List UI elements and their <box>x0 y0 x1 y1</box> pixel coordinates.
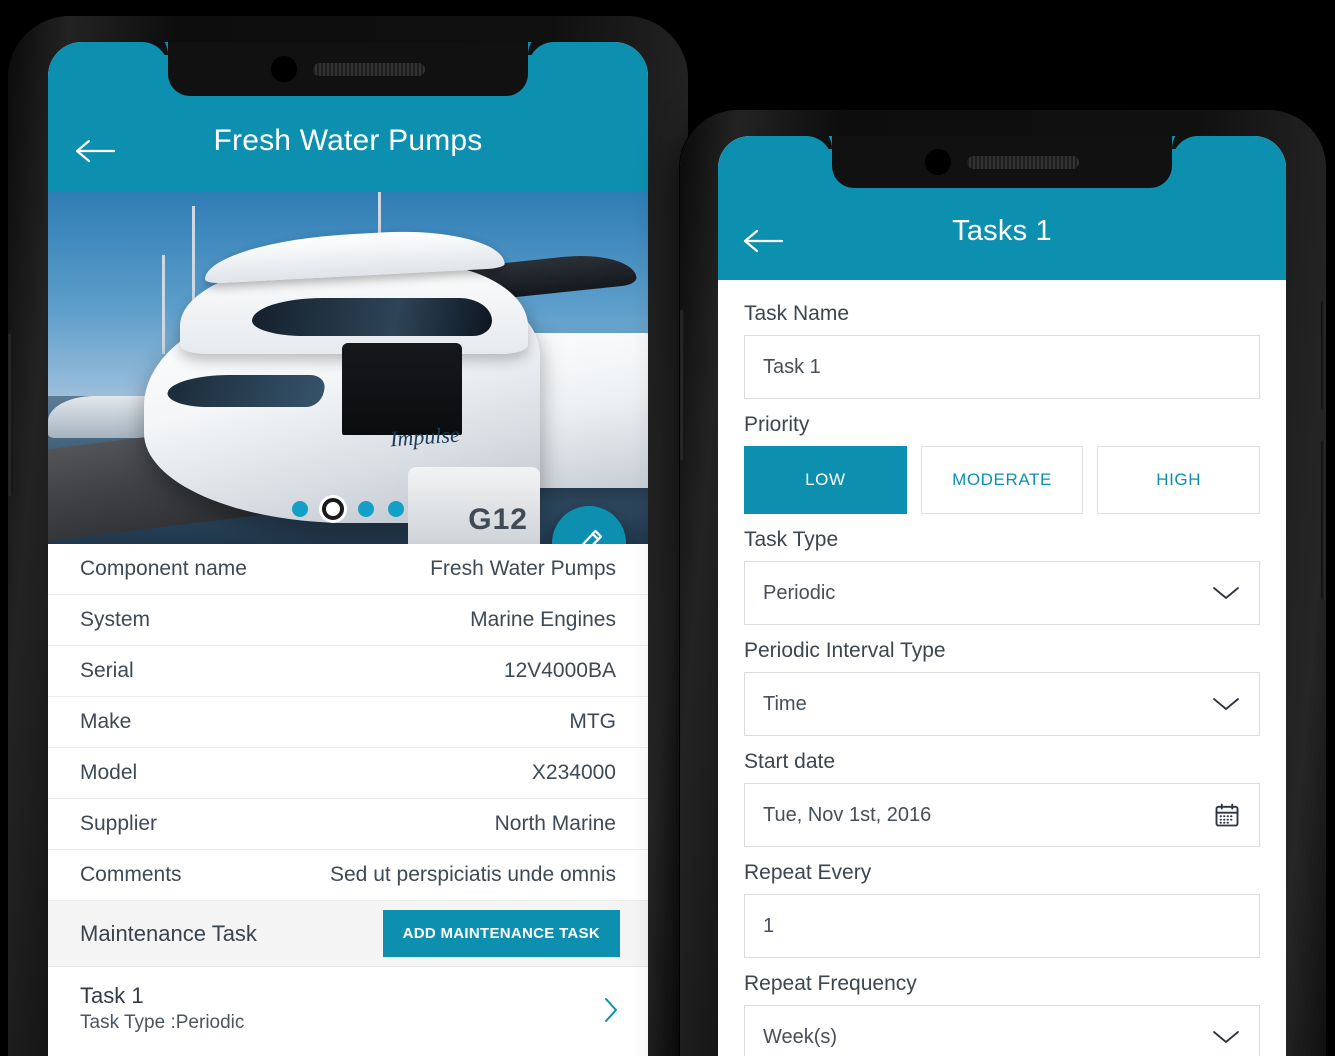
power-button-right[interactable] <box>1321 300 1326 410</box>
task-name-input[interactable]: Task 1 <box>744 335 1260 399</box>
component-detail-list: Component name Fresh Water Pumps System … <box>48 544 648 901</box>
carousel-dots[interactable] <box>292 498 404 520</box>
chevron-down-icon[interactable] <box>1211 695 1241 713</box>
table-row: System Marine Engines <box>48 595 648 646</box>
detail-value: Sed ut perspiciatis unde omnis <box>330 863 616 886</box>
section-title: Maintenance Task <box>80 920 257 946</box>
photo-mast-2 <box>162 255 165 354</box>
carousel-dot-1[interactable] <box>292 501 308 517</box>
detail-key: Supplier <box>80 812 158 835</box>
photo-yacht-doorway <box>342 343 462 435</box>
screen-right: Tasks 1 Task Name Task 1 Priority LOW MO… <box>718 136 1286 1056</box>
detail-value: X234000 <box>531 761 616 784</box>
task-texts: Task 1 Task Type :Periodic <box>80 981 244 1035</box>
detail-key: Model <box>80 761 138 784</box>
repeat-every-value: 1 <box>763 914 775 937</box>
maintenance-task-header: Maintenance Task ADD MAINTENANCE TASK <box>48 901 648 967</box>
table-row: Supplier North Marine <box>48 799 648 850</box>
phone-device-left: Fresh Water Pumps Impulse G12 Component … <box>8 16 688 1056</box>
add-maintenance-task-button[interactable]: ADD MAINTENANCE TASK <box>382 910 620 957</box>
start-date-value: Tue, Nov 1st, 2016 <box>763 803 932 826</box>
task-subtitle: Task Type :Periodic <box>80 1011 245 1033</box>
start-date-input[interactable]: Tue, Nov 1st, 2016 <box>744 783 1260 847</box>
task-form: Task Name Task 1 Priority LOW MODERATE H… <box>718 280 1286 1056</box>
repeat-frequency-value: Week(s) <box>763 1025 838 1048</box>
start-date-label: Start date <box>744 750 836 773</box>
detail-key: Make <box>80 710 132 733</box>
table-row: Comments Sed ut perspiciatis unde omnis <box>48 850 648 901</box>
table-row: Serial 12V4000BA <box>48 646 648 697</box>
table-row: Make MTG <box>48 697 648 748</box>
repeat-frequency-label: Repeat Frequency <box>744 972 917 995</box>
task-name-label: Task Name <box>744 302 850 325</box>
detail-value: North Marine <box>494 812 616 835</box>
priority-label: Priority <box>744 413 810 436</box>
chevron-down-icon[interactable] <box>1211 584 1241 602</box>
component-photo-carousel[interactable]: Impulse G12 <box>48 192 648 544</box>
earpiece-speaker-icon <box>313 62 425 76</box>
detail-key: System <box>80 608 151 631</box>
front-camera-icon <box>925 149 951 175</box>
priority-option-moderate[interactable]: MODERATE <box>920 446 1084 514</box>
periodic-interval-type-value: Time <box>763 692 807 715</box>
list-item[interactable]: Task 1 Task Type :Periodic <box>48 967 648 1035</box>
task-type-label: Task Type <box>744 528 839 551</box>
photo-berth-label: G12 <box>468 502 528 536</box>
table-row: Model X234000 <box>48 748 648 799</box>
repeat-every-label: Repeat Every <box>744 861 872 884</box>
repeat-every-input[interactable]: 1 <box>744 894 1260 958</box>
device-notch-right <box>832 136 1172 188</box>
calendar-icon[interactable] <box>1213 801 1241 829</box>
earpiece-speaker-icon <box>967 155 1079 169</box>
detail-value: Fresh Water Pumps <box>430 557 616 580</box>
periodic-interval-type-select[interactable]: Time <box>744 672 1260 736</box>
task-name: Task 1 <box>80 983 144 1008</box>
screenshot-stage: Fresh Water Pumps Impulse G12 Component … <box>0 0 1335 1056</box>
chevron-down-icon[interactable] <box>1211 1028 1241 1046</box>
volume-button-left[interactable] <box>8 334 13 496</box>
detail-key: Comments <box>80 863 182 886</box>
page-title: Fresh Water Pumps <box>213 124 483 157</box>
detail-value: 12V4000BA <box>503 659 616 682</box>
priority-option-high[interactable]: HIGH <box>1097 446 1261 514</box>
photo-yacht-windscreen <box>252 297 492 337</box>
photo-boat-name: Impulse <box>389 421 461 452</box>
table-row: Component name Fresh Water Pumps <box>48 544 648 595</box>
arrow-left-icon[interactable] <box>742 226 786 256</box>
secondary-button-right[interactable] <box>1321 440 1326 600</box>
carousel-dot-3[interactable] <box>358 501 374 517</box>
task-name-value: Task 1 <box>763 355 821 378</box>
chevron-right-icon[interactable] <box>602 981 620 1030</box>
task-type-select[interactable]: Periodic <box>744 561 1260 625</box>
arrow-left-icon[interactable] <box>74 136 118 166</box>
photo-yacht-hull-window <box>164 375 328 407</box>
device-notch-left <box>168 42 528 96</box>
repeat-frequency-select[interactable]: Week(s) <box>744 1005 1260 1056</box>
front-camera-icon <box>271 56 297 82</box>
detail-value: Marine Engines <box>470 608 616 631</box>
detail-key: Component name <box>80 557 247 580</box>
priority-segmented-control[interactable]: LOW MODERATE HIGH <box>744 446 1261 514</box>
periodic-interval-type-label: Periodic Interval Type <box>744 639 946 662</box>
task-type-value: Periodic <box>763 581 836 604</box>
detail-value: MTG <box>569 710 616 733</box>
volume-button-right[interactable] <box>680 310 685 460</box>
pencil-edit-icon <box>581 529 603 544</box>
phone-device-right: Tasks 1 Task Name Task 1 Priority LOW MO… <box>680 110 1326 1056</box>
page-title: Tasks 1 <box>952 214 1052 247</box>
carousel-dot-4[interactable] <box>388 501 404 517</box>
priority-option-low[interactable]: LOW <box>744 446 907 514</box>
carousel-dot-2-active[interactable] <box>322 498 344 520</box>
detail-key: Serial <box>80 659 134 682</box>
screen-left: Fresh Water Pumps Impulse G12 Component … <box>48 42 648 1056</box>
